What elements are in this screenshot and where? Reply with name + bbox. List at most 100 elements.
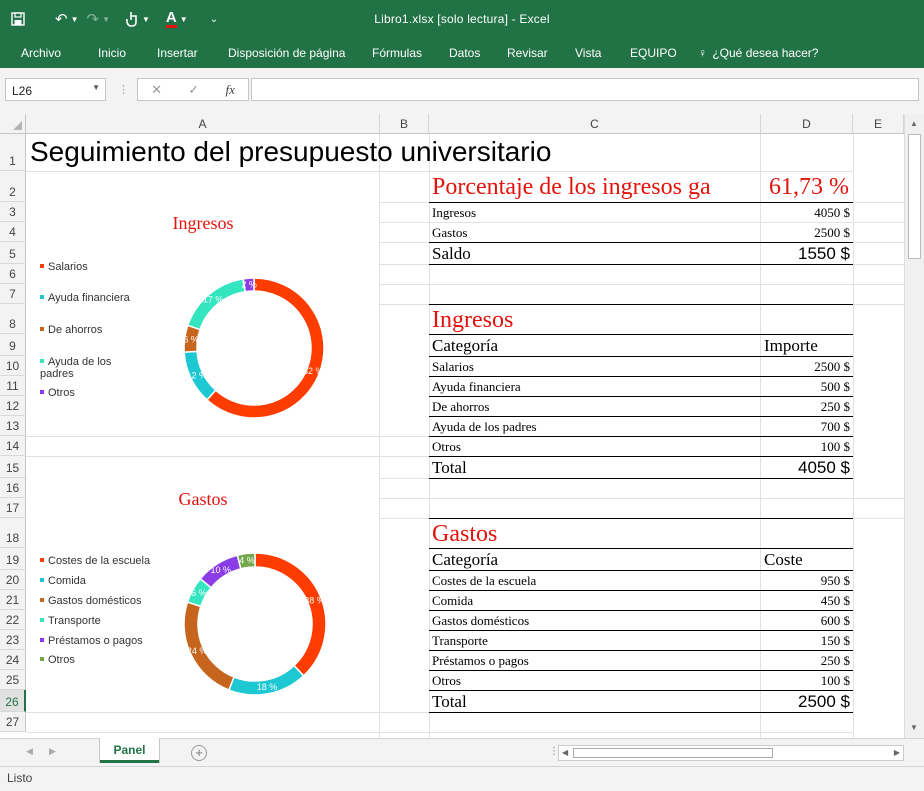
column-header-a[interactable]: A	[26, 114, 380, 134]
gastos-chart[interactable]: Gastos Costes de la escuela Comida Gasto…	[27, 478, 379, 712]
chevron-down-icon[interactable]: ▼	[92, 83, 100, 92]
worksheet-grid[interactable]: A B C D E 1 2 3 4 5 6 7 8 9 10 11 12 13 …	[0, 114, 924, 738]
row-header[interactable]: 14	[0, 436, 26, 456]
donut-slice[interactable]	[254, 552, 327, 677]
scroll-down-icon[interactable]: ▼	[910, 723, 918, 732]
border-line	[429, 396, 853, 397]
title-bar: ↶ ▼ ↷ ▼ ▼ A ▼ ⌄ Libro1.xlsx [solo lectura] …	[0, 0, 924, 38]
ingresos-total-label: Total	[432, 458, 467, 477]
row-header[interactable]: 18	[0, 518, 26, 548]
border-line	[429, 590, 853, 591]
column-header-e[interactable]: E	[853, 114, 904, 134]
column-header-d[interactable]: D	[761, 114, 853, 134]
add-sheet-icon[interactable]: +	[191, 745, 207, 761]
formula-bar: L26 ▼ ⋮ ✕ ✓ fx	[0, 68, 924, 114]
status-text: Listo	[7, 771, 33, 785]
row-header[interactable]: 1	[0, 134, 26, 171]
row-header[interactable]: 17	[0, 498, 26, 518]
row-header[interactable]: 24	[0, 650, 26, 670]
tab-insertar[interactable]: Insertar	[157, 43, 198, 63]
border-line	[429, 478, 853, 479]
confirm-icon[interactable]: ✓	[188, 82, 199, 98]
gastos-col-category: Categoría	[432, 550, 499, 569]
tab-equipo[interactable]: EQUIPO	[630, 43, 677, 63]
row-header[interactable]: 22	[0, 610, 26, 630]
row-header[interactable]: 2	[0, 171, 26, 202]
row-header[interactable]: 4	[0, 222, 26, 242]
data-label: 4 %	[239, 556, 255, 566]
donut-chart: 38 % 18 % 24 % 6 % 10 % 4 %	[183, 552, 327, 696]
border-line	[429, 436, 853, 437]
gastos-row-label: Otros	[432, 673, 461, 688]
horizontal-scrollbar[interactable]: ◀ ▶	[558, 745, 904, 761]
row-header[interactable]: 20	[0, 570, 26, 590]
ingresos-row-label: Ayuda financiera	[432, 379, 521, 394]
scrollbar-thumb[interactable]	[908, 134, 921, 259]
next-sheet-icon[interactable]: ▶	[49, 746, 56, 757]
column-header-b[interactable]: B	[380, 114, 429, 134]
ingresos-col-amount: Importe	[764, 336, 818, 355]
row-header[interactable]: 9	[0, 334, 26, 356]
row-header[interactable]: 6	[0, 264, 26, 284]
ingresos-heading: Ingresos	[432, 307, 514, 333]
insert-function-button[interactable]: fx	[225, 82, 234, 98]
tab-inicio[interactable]: Inicio	[98, 43, 126, 63]
gastos-row-value: 250 $	[820, 653, 850, 668]
row-header[interactable]: 8	[0, 304, 26, 334]
ingresos-row-value: 250 $	[820, 399, 850, 414]
row-header[interactable]: 5	[0, 242, 26, 264]
scrollbar-thumb[interactable]	[573, 748, 773, 758]
summary-value: 2500 $	[814, 225, 850, 240]
column-header-c[interactable]: C	[429, 114, 761, 134]
tab-formulas[interactable]: Fórmulas	[372, 43, 422, 63]
row-header[interactable]: 10	[0, 356, 26, 376]
prev-sheet-icon[interactable]: ◀	[26, 746, 33, 757]
border-line	[429, 610, 853, 611]
scroll-left-icon[interactable]: ◀	[562, 748, 568, 757]
row-header[interactable]: 15	[0, 456, 26, 478]
row-header[interactable]: 21	[0, 590, 26, 610]
cancel-icon[interactable]: ✕	[151, 82, 162, 98]
row-header[interactable]: 23	[0, 630, 26, 650]
row-header[interactable]: 19	[0, 548, 26, 570]
row-header[interactable]: 26	[0, 690, 26, 712]
ingresos-row-label: De ahorros	[432, 399, 490, 414]
formula-input[interactable]	[251, 78, 919, 101]
border-line	[429, 334, 853, 335]
data-label: 2 %	[241, 280, 257, 290]
border-line	[429, 712, 853, 713]
row-header[interactable]: 13	[0, 416, 26, 436]
sheet-tab-panel[interactable]: Panel	[100, 738, 159, 763]
name-box[interactable]: L26 ▼	[5, 78, 106, 101]
ingresos-chart[interactable]: Ingresos Salarios Ayuda financiera De ah…	[27, 202, 379, 436]
summary-label: Gastos	[432, 225, 468, 240]
row-header[interactable]: 25	[0, 670, 26, 690]
tell-me-search[interactable]: ♀ ¿Qué desea hacer?	[698, 43, 818, 63]
ingresos-row-value: 700 $	[820, 419, 850, 434]
tab-vista[interactable]: Vista	[575, 43, 601, 63]
border-line	[429, 416, 853, 417]
ribbon-tabs: Archivo Inicio Insertar Disposición de p…	[0, 38, 924, 68]
row-header[interactable]: 12	[0, 396, 26, 416]
scroll-right-icon[interactable]: ▶	[894, 748, 900, 757]
row-header[interactable]: 16	[0, 478, 26, 498]
sheet-tabs-bar: ◀ ▶ Panel + ⋮ ◀ ▶	[0, 738, 924, 766]
scroll-up-icon[interactable]: ▲	[910, 119, 918, 128]
tab-disposicion[interactable]: Disposición de página	[228, 43, 345, 63]
gastos-total-label: Total	[432, 692, 467, 711]
window-title: Libro1.xlsx [solo lectura] - Excel	[374, 12, 550, 26]
gastos-row-label: Costes de la escuela	[432, 573, 537, 588]
row-header[interactable]: 3	[0, 202, 26, 222]
data-label: 62 %	[303, 366, 324, 376]
row-header[interactable]: 7	[0, 284, 26, 304]
tab-archivo[interactable]: Archivo	[21, 43, 61, 63]
border-line	[429, 356, 853, 357]
row-header[interactable]: 11	[0, 376, 26, 396]
row-header[interactable]: 27	[0, 712, 26, 732]
tab-datos[interactable]: Datos	[449, 43, 480, 63]
data-label: 24 %	[187, 646, 208, 656]
select-all-button[interactable]	[0, 114, 26, 134]
saldo-label: Saldo	[432, 244, 471, 263]
tab-revisar[interactable]: Revisar	[507, 43, 548, 63]
vertical-scrollbar[interactable]: ▲ ▼	[904, 114, 924, 738]
